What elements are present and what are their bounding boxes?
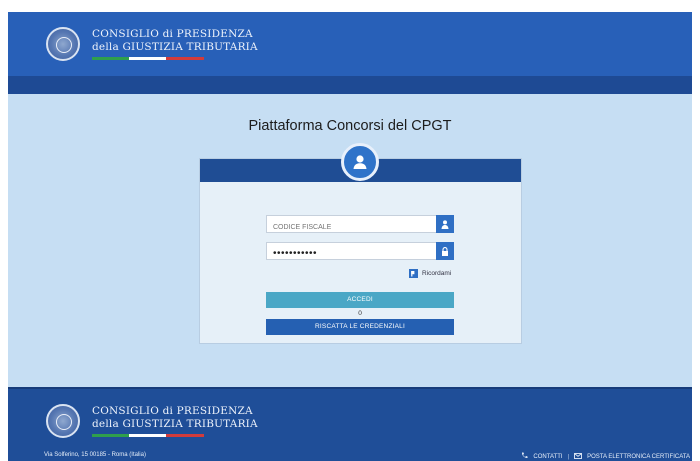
site-footer: CONSIGLIO di PRESIDENZA della GIUSTIZIA … bbox=[8, 389, 692, 461]
contatti-link[interactable]: CONTATTI bbox=[533, 454, 562, 460]
codice-fiscale-field bbox=[266, 215, 454, 236]
page-title: Piattaforma Concorsi del CPGT bbox=[248, 118, 452, 134]
password-input[interactable] bbox=[267, 245, 445, 262]
riscatta-credenziali-button[interactable]: RISCATTA LE CREDENZIALI bbox=[266, 319, 454, 335]
flag-stripe bbox=[92, 434, 204, 437]
accedi-button[interactable]: ACCEDI bbox=[266, 292, 454, 308]
flag-stripe bbox=[92, 57, 204, 60]
emblem-icon bbox=[46, 27, 80, 61]
site-header: CONSIGLIO di PRESIDENZA della GIUSTIZIA … bbox=[8, 12, 692, 76]
mail-icon bbox=[574, 452, 583, 461]
lock-icon bbox=[436, 242, 454, 260]
header-logo-line2: della GIUSTIZIA TRIBUTARIA bbox=[92, 41, 258, 53]
pec-link[interactable]: POSTA ELETTRONICA CERTIFICATA bbox=[587, 454, 690, 460]
footer-links: CONTATTI | POSTA ELETTRONICA CERTIFICATA bbox=[521, 452, 690, 461]
footer-separator: | bbox=[567, 453, 570, 460]
page-frame: CONSIGLIO di PRESIDENZA della GIUSTIZIA … bbox=[8, 12, 692, 461]
header-subbar bbox=[8, 76, 692, 94]
codice-fiscale-input[interactable] bbox=[267, 219, 445, 236]
password-field bbox=[266, 242, 454, 262]
footer-logo-line2: della GIUSTIZIA TRIBUTARIA bbox=[92, 418, 258, 430]
emblem-icon bbox=[46, 404, 80, 438]
header-logo[interactable]: CONSIGLIO di PRESIDENZA della GIUSTIZIA … bbox=[46, 27, 258, 61]
footer-logo-line1: CONSIGLIO di PRESIDENZA bbox=[92, 405, 253, 417]
login-card: Ricordami ACCEDI 0 RISCATTA LE CREDENZIA… bbox=[200, 143, 521, 343]
phone-icon bbox=[521, 452, 528, 461]
footer-address: Via Solferino, 15 00185 - Roma (Italia) bbox=[44, 452, 146, 458]
footer-logo[interactable]: CONSIGLIO di PRESIDENZA della GIUSTIZIA … bbox=[46, 404, 258, 438]
remember-me-option[interactable]: Ricordami bbox=[409, 269, 451, 278]
checkbox-icon[interactable] bbox=[409, 269, 418, 278]
remember-me-label: Ricordami bbox=[422, 270, 452, 277]
user-icon bbox=[436, 215, 454, 233]
login-progress: 0 bbox=[266, 309, 454, 318]
user-avatar-icon bbox=[341, 143, 379, 181]
header-logo-line1: CONSIGLIO di PRESIDENZA bbox=[92, 28, 253, 40]
